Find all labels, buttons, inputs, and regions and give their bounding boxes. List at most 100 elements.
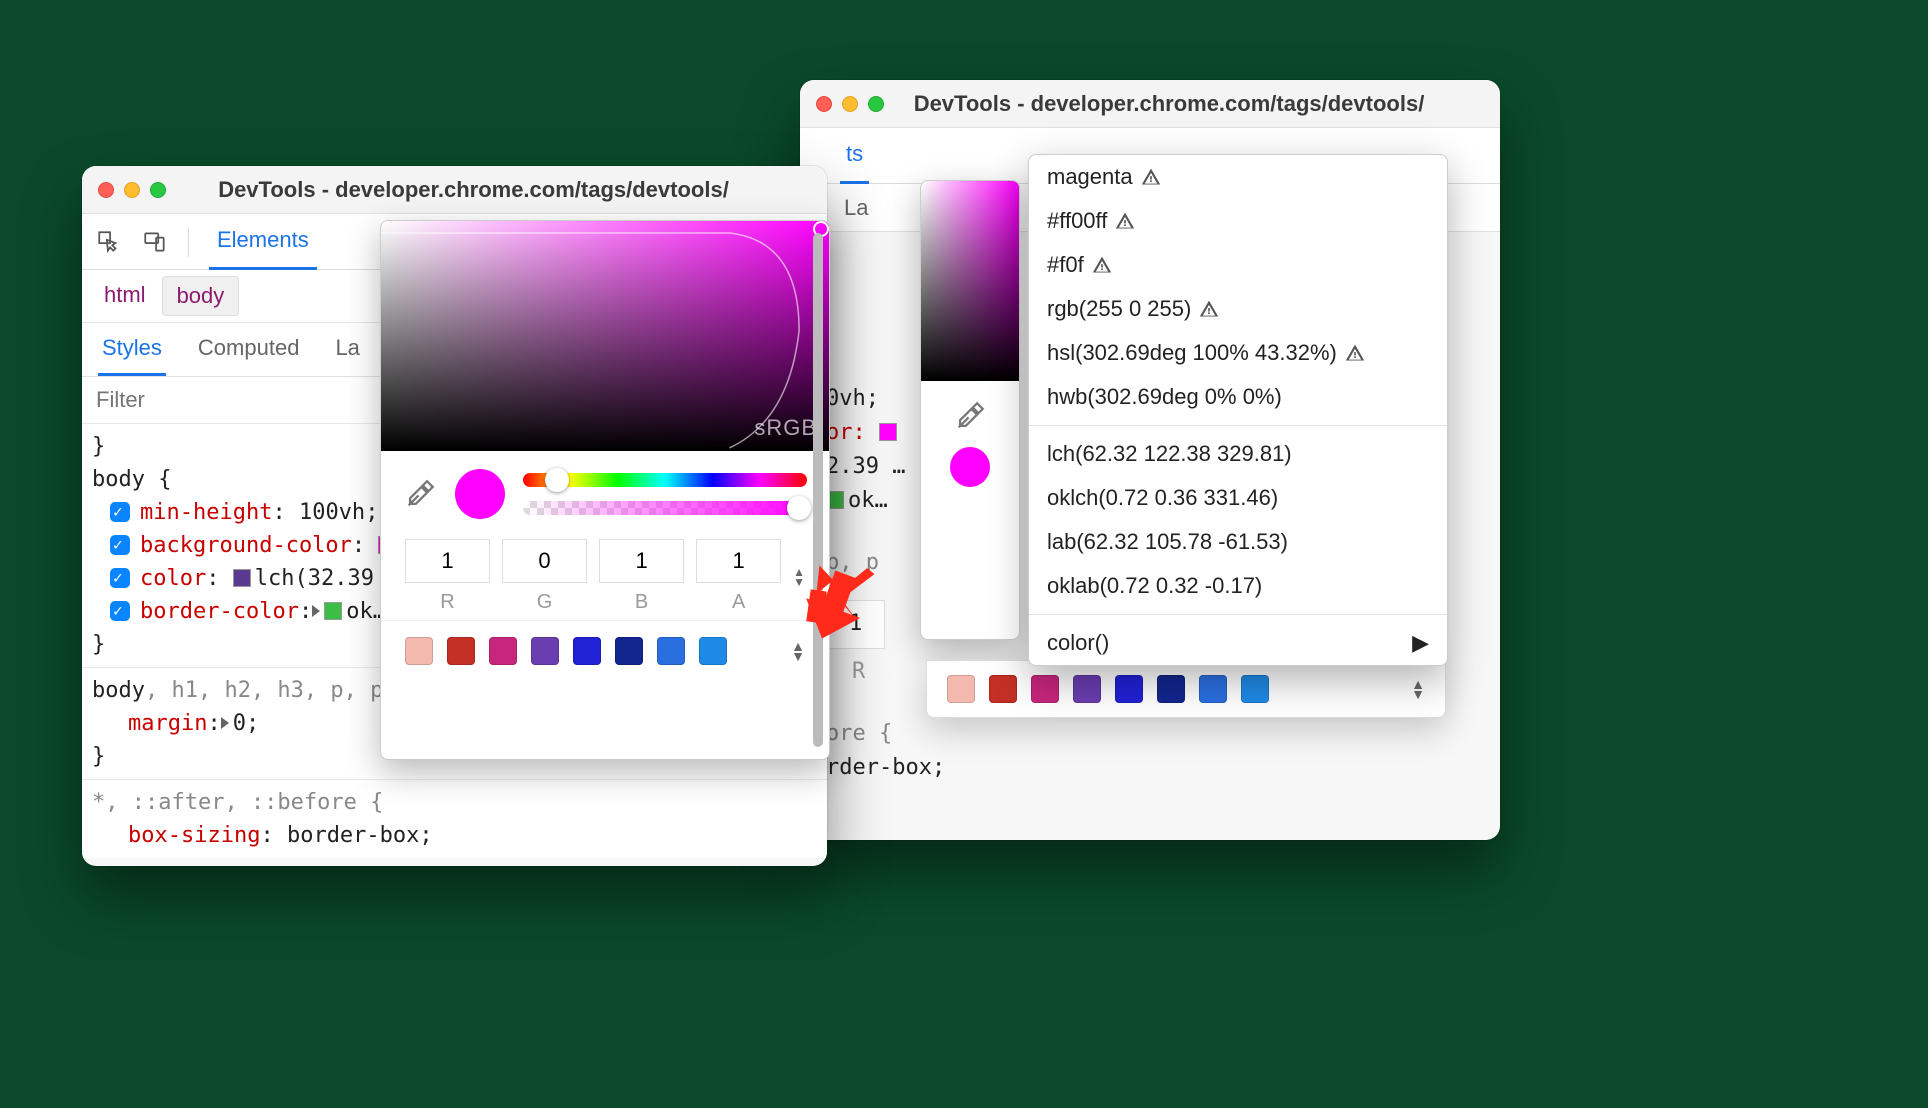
menu-item-lch[interactable]: lch(62.32 122.38 329.81) xyxy=(1029,432,1447,476)
expand-icon[interactable] xyxy=(221,717,229,729)
minimize-window-button[interactable] xyxy=(842,96,858,112)
scrollbar[interactable] xyxy=(813,233,823,747)
current-color-swatch xyxy=(455,469,505,519)
annotation-arrow-icon xyxy=(790,558,880,653)
color-format-context-menu: magenta #ff00ff #f0f rgb(255 0 255) hsl(… xyxy=(1028,154,1448,666)
hue-slider[interactable] xyxy=(523,473,807,487)
palette-chip[interactable] xyxy=(615,637,643,665)
zoom-window-button[interactable] xyxy=(150,182,166,198)
palette-chip[interactable] xyxy=(657,637,685,665)
menu-item-hwb[interactable]: hwb(302.69deg 0% 0%) xyxy=(1029,375,1447,419)
channel-b-input[interactable] xyxy=(599,539,684,583)
property-toggle-checkbox[interactable] xyxy=(110,535,130,555)
chevron-right-icon: ▶ xyxy=(1412,630,1429,656)
channel-r-input[interactable] xyxy=(405,539,490,583)
color-swatch-icon[interactable] xyxy=(324,602,342,620)
menu-item-oklab[interactable]: oklab(0.72 0.32 -0.17) xyxy=(1029,564,1447,608)
traffic-lights xyxy=(816,96,884,112)
slider-thumb[interactable] xyxy=(787,496,811,520)
property-toggle-checkbox[interactable] xyxy=(110,502,130,522)
css-value[interactable]: 100vh xyxy=(299,500,365,525)
selector-main[interactable]: body xyxy=(92,678,145,703)
menu-item-hsl[interactable]: hsl(302.69deg 100% 43.32%) xyxy=(1029,331,1447,375)
eyedropper-icon[interactable] xyxy=(953,399,987,433)
channel-a-input[interactable] xyxy=(696,539,781,583)
palette-chip[interactable] xyxy=(699,637,727,665)
color-swatch-icon[interactable] xyxy=(233,569,251,587)
breadcrumb-html[interactable]: html xyxy=(90,276,160,316)
warning-icon xyxy=(1092,255,1112,275)
css-value[interactable]: border-box xyxy=(287,823,419,848)
channel-a-label: A xyxy=(696,591,781,614)
palette-chip[interactable] xyxy=(1241,675,1269,703)
css-property[interactable]: background-color xyxy=(140,533,352,558)
zoom-window-button[interactable] xyxy=(868,96,884,112)
property-toggle-checkbox[interactable] xyxy=(110,568,130,588)
alpha-slider[interactable] xyxy=(523,501,807,515)
minimize-window-button[interactable] xyxy=(124,182,140,198)
layout-tab-back[interactable]: La xyxy=(840,183,872,233)
elements-tab-back[interactable]: ts xyxy=(840,127,869,184)
sliders xyxy=(523,473,807,515)
selector-list[interactable]: , h1, h2, h3, p, p xyxy=(145,678,383,703)
css-property[interactable]: margin xyxy=(128,711,207,736)
palette-chip[interactable] xyxy=(1073,675,1101,703)
palette-chip[interactable] xyxy=(1157,675,1185,703)
warning-icon xyxy=(1199,299,1219,319)
palette-chip[interactable] xyxy=(989,675,1017,703)
palette-chip[interactable] xyxy=(1115,675,1143,703)
palette-chip[interactable] xyxy=(489,637,517,665)
menu-item-hex3[interactable]: #f0f xyxy=(1029,243,1447,287)
tab-layout[interactable]: La xyxy=(331,323,363,376)
css-property[interactable]: min-height xyxy=(140,500,272,525)
color-swatch-icon[interactable] xyxy=(879,423,897,441)
picker-controls-row xyxy=(381,451,829,529)
palette-chip[interactable] xyxy=(1031,675,1059,703)
css-rule-universal: *, ::after, ::before { box-sizing: borde… xyxy=(82,779,827,858)
breadcrumb-body[interactable]: body xyxy=(162,276,240,316)
palette-chip[interactable] xyxy=(447,637,475,665)
close-window-button[interactable] xyxy=(816,96,832,112)
warning-icon xyxy=(1345,343,1365,363)
menu-item-colorfn[interactable]: color()▶ xyxy=(1029,621,1447,665)
selector[interactable]: body xyxy=(92,467,145,492)
menu-item-magenta[interactable]: magenta xyxy=(1029,155,1447,199)
tab-computed[interactable]: Computed xyxy=(194,323,304,376)
close-window-button[interactable] xyxy=(98,182,114,198)
window-title: DevTools - developer.chrome.com/tags/dev… xyxy=(894,91,1484,117)
property-toggle-checkbox[interactable] xyxy=(110,601,130,621)
channel-g-input[interactable] xyxy=(502,539,587,583)
tab-styles[interactable]: Styles xyxy=(98,323,166,376)
elements-tab[interactable]: Elements xyxy=(209,213,317,270)
inspect-element-icon[interactable] xyxy=(96,229,122,255)
palette-chip[interactable] xyxy=(573,637,601,665)
palette-chip[interactable] xyxy=(531,637,559,665)
code-frag: ok… xyxy=(848,488,888,513)
spectrum-back[interactable] xyxy=(921,181,1019,381)
css-value[interactable]: 0 xyxy=(233,711,246,736)
palette-back: ▲▼ xyxy=(926,660,1446,718)
menu-item-lab[interactable]: lab(62.32 105.78 -61.53) xyxy=(1029,520,1447,564)
eyedropper-icon[interactable] xyxy=(403,477,437,511)
palette-chip[interactable] xyxy=(405,637,433,665)
menu-item-oklch[interactable]: oklch(0.72 0.36 331.46) xyxy=(1029,476,1447,520)
slider-thumb[interactable] xyxy=(545,468,569,492)
spectrum[interactable]: sRGB xyxy=(381,221,829,451)
css-property[interactable]: color xyxy=(140,566,206,591)
titlebar-front: DevTools - developer.chrome.com/tags/dev… xyxy=(82,166,827,214)
css-property[interactable]: box-sizing xyxy=(128,823,260,848)
device-toggle-icon[interactable] xyxy=(142,229,168,255)
palette-cycle-button[interactable]: ▲▼ xyxy=(1411,679,1425,699)
code-frag: 2.39 … xyxy=(826,454,905,479)
palette-chip[interactable] xyxy=(947,675,975,703)
warning-icon xyxy=(1115,211,1135,231)
current-color-swatch xyxy=(950,447,990,487)
divider xyxy=(188,227,189,257)
css-property[interactable]: border-color xyxy=(140,599,299,624)
menu-item-hex6[interactable]: #ff00ff xyxy=(1029,199,1447,243)
expand-icon[interactable] xyxy=(312,605,320,617)
palette-chip[interactable] xyxy=(1199,675,1227,703)
selector[interactable]: *, ::after, ::before { xyxy=(92,786,817,819)
menu-item-rgb[interactable]: rgb(255 0 255) xyxy=(1029,287,1447,331)
css-value[interactable]: lch(32.39 … xyxy=(255,566,401,591)
